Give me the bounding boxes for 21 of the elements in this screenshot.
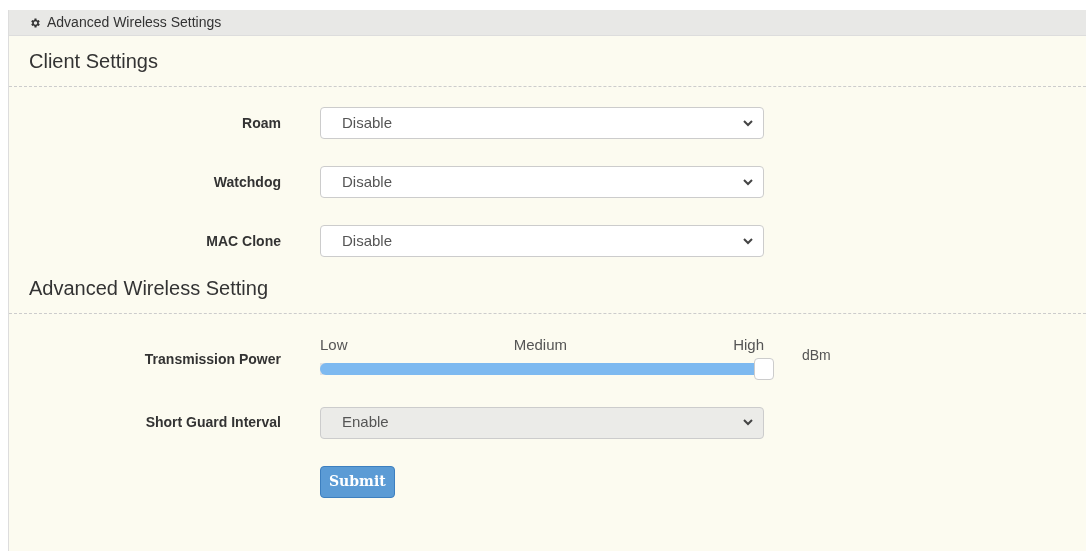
field-label: Roam	[242, 114, 281, 131]
tick-label: Medium	[513, 335, 567, 355]
field-label: Transmission Power	[144, 351, 281, 368]
gear-icon	[29, 16, 41, 29]
chevron-down-icon	[743, 119, 753, 127]
dropdown[interactable]: Disable	[320, 166, 764, 198]
slider-thumb[interactable]	[754, 357, 774, 380]
section-title: Advanced Wireless Setting	[29, 277, 268, 299]
chevron-down-icon	[743, 178, 753, 186]
section-title: Client Settings	[29, 50, 158, 72]
chevron-down-icon	[743, 237, 753, 245]
tick-label: High	[733, 335, 764, 355]
dropdown[interactable]: Disable	[320, 225, 764, 257]
panel-title: Advanced Wireless Settings	[47, 13, 222, 32]
field-label: MAC Clone	[206, 232, 281, 249]
field-label: Watchdog	[213, 173, 281, 190]
field-label: Short Guard Interval	[145, 414, 281, 430]
unit-label: dBm	[802, 346, 831, 365]
tick-label: Low	[320, 335, 348, 355]
chevron-down-icon	[743, 419, 753, 426]
dropdown[interactable]: Disable	[320, 107, 764, 139]
